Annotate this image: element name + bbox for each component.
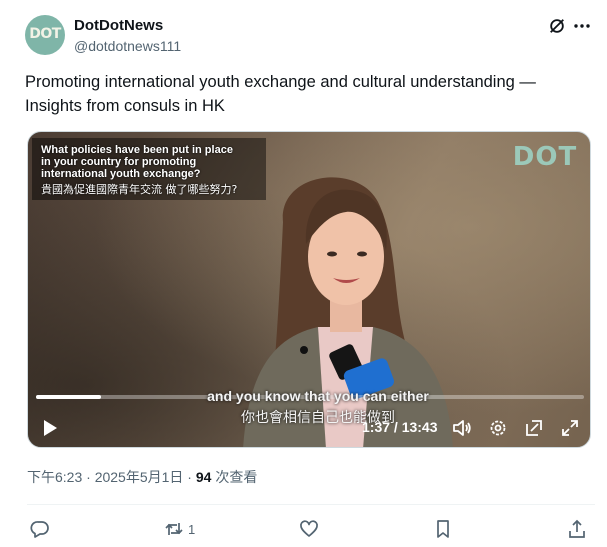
share-button[interactable]: [567, 517, 587, 541]
svg-text:DOT: DOT: [513, 142, 577, 170]
volume-icon[interactable]: [452, 418, 472, 438]
bookmark-icon: [437, 520, 449, 538]
action-bar: 1: [27, 515, 595, 543]
question-caption-line: in your country for promoting: [41, 156, 197, 168]
repost-count: 1: [188, 521, 196, 537]
tweet-text-line: Promoting international youth exchange a…: [25, 73, 536, 91]
video-time-display: 1:37 / 13:43: [362, 419, 438, 435]
reply-button[interactable]: [30, 517, 50, 541]
bookmark-button[interactable]: [433, 517, 453, 541]
question-caption-box: What policies have been put in place in …: [32, 138, 266, 200]
avatar[interactable]: DOT: [25, 15, 65, 55]
tweet-timestamp[interactable]: 下午6:23 · 2025年5月1日 ·: [27, 469, 196, 485]
share-icon: [569, 519, 585, 538]
grok-icon[interactable]: [548, 17, 566, 35]
tweet-text: Promoting international youth exchange a…: [25, 70, 585, 118]
like-button[interactable]: [299, 517, 319, 541]
divider: [27, 504, 595, 505]
heart-icon: [300, 520, 318, 537]
view-label: 次查看: [211, 469, 258, 485]
settings-gear-icon[interactable]: [488, 418, 508, 438]
question-caption-line: 貴國為促進國際青年交流 做了哪些努力?: [41, 183, 238, 196]
reply-icon: [30, 521, 49, 538]
video-progress-fill: [36, 395, 101, 399]
question-caption-line: What policies have been put in place: [41, 144, 233, 156]
view-count: 94: [195, 469, 212, 485]
video-controls: 1:37 / 13:43: [28, 410, 590, 446]
subtitle-english: and you know that you can either: [207, 388, 429, 404]
tweet-meta: 下午6:23 · 2025年5月1日 · 94 次查看: [27, 467, 257, 487]
tweet-header: DOT DotDotNews @dotdotnews111: [25, 14, 595, 58]
more-options-icon[interactable]: [572, 16, 592, 36]
picture-in-picture-icon[interactable]: [524, 418, 544, 438]
repost-button[interactable]: 1: [164, 517, 195, 541]
avatar-logo-text: DOT: [29, 26, 61, 42]
author-handle[interactable]: @dotdotnews111: [74, 38, 181, 54]
tweet-text-line: Insights from consuls in HK: [25, 97, 225, 115]
play-icon[interactable]: [41, 418, 59, 438]
fullscreen-icon[interactable]: [560, 418, 580, 438]
question-caption-line: international youth exchange?: [41, 168, 201, 180]
repost-icon: [165, 523, 183, 535]
author-name[interactable]: DotDotNews: [74, 17, 163, 34]
video-player[interactable]: What policies have been put in place in …: [27, 131, 591, 448]
dot-watermark-logo: DOT: [513, 142, 577, 170]
